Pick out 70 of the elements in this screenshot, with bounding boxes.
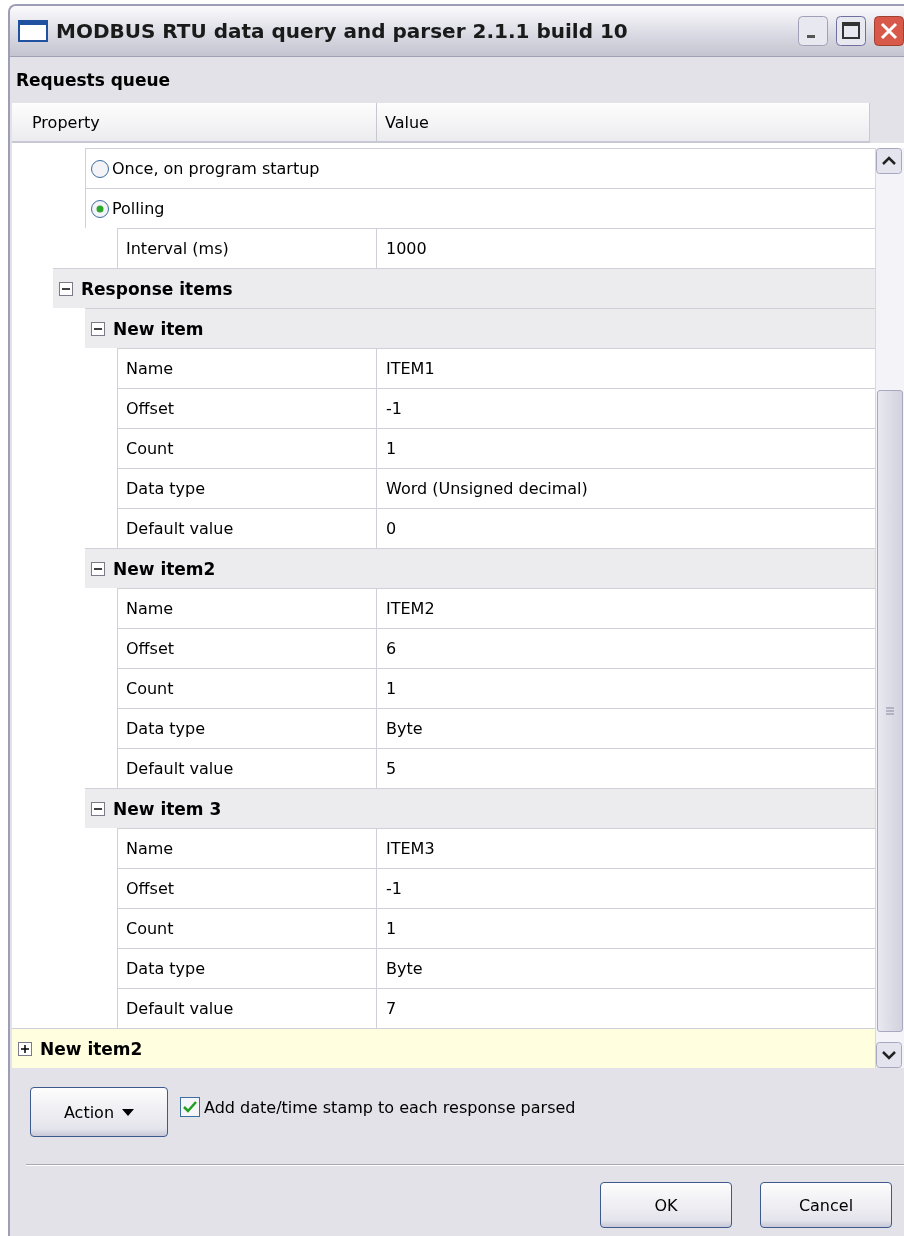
property-value[interactable]: 6 <box>386 639 397 658</box>
radio-icon[interactable] <box>90 198 110 219</box>
ok-button[interactable]: OK <box>600 1182 732 1228</box>
property-value[interactable]: ITEM2 <box>386 599 435 618</box>
property-name: Default value <box>126 999 234 1018</box>
checkbox[interactable] <box>180 1097 200 1117</box>
scroll-down-button[interactable] <box>876 1042 902 1068</box>
property-value[interactable]: -1 <box>386 399 402 418</box>
maximize-icon[interactable] <box>836 16 866 46</box>
category-label: New item2 <box>113 558 216 579</box>
minimize-icon[interactable] <box>798 16 828 46</box>
property-name: Default value <box>126 519 234 538</box>
property-value[interactable]: ITEM1 <box>386 359 435 378</box>
checkbox-label[interactable]: Add date/time stamp to each response parsed <box>204 1097 576 1117</box>
caret-icon <box>122 1108 135 1116</box>
plus-box-icon[interactable] <box>18 1041 32 1056</box>
property-value[interactable]: Byte <box>386 959 423 978</box>
property-value[interactable]: -1 <box>386 879 402 898</box>
property-value[interactable]: 1000 <box>386 239 427 258</box>
category-row[interactable]: New item 3 <box>85 788 875 828</box>
column-header[interactable]: Property <box>12 103 377 141</box>
category-row[interactable]: Response items <box>53 268 875 308</box>
category-label: New item2 <box>40 1038 143 1059</box>
property-name: Offset <box>126 879 175 898</box>
panel-title: Requests queue <box>16 70 171 90</box>
scroll-up-button[interactable] <box>876 148 902 174</box>
category-label: New item 3 <box>113 798 222 819</box>
property-name: Data type <box>126 479 206 498</box>
property-name: Count <box>126 919 174 938</box>
window-title: MODBUS RTU data query and parser 2.1.1 build 10 <box>56 19 629 43</box>
radio-icon[interactable] <box>90 158 110 179</box>
category-row[interactable]: New item <box>85 308 875 348</box>
minus-box-icon[interactable] <box>91 321 105 336</box>
property-name: Name <box>126 359 174 378</box>
radio-option[interactable]: Polling <box>86 198 165 219</box>
scrollbar[interactable] <box>875 148 904 1068</box>
property-value[interactable]: 0 <box>386 519 397 538</box>
minus-box-icon[interactable] <box>59 281 73 296</box>
property-value[interactable]: Byte <box>386 719 423 738</box>
property-value[interactable]: 1 <box>386 439 397 458</box>
grip-icon <box>885 706 895 716</box>
property-name: Data type <box>126 719 206 738</box>
property-value[interactable]: 7 <box>386 999 397 1018</box>
property-value[interactable]: 5 <box>386 759 397 778</box>
close-icon[interactable] <box>874 16 904 46</box>
property-value[interactable]: 1 <box>386 919 397 938</box>
property-name: Offset <box>126 639 175 658</box>
property-name: Interval (ms) <box>126 239 229 258</box>
property-name: Name <box>126 599 174 618</box>
property-name: Offset <box>126 399 175 418</box>
minus-box-icon[interactable] <box>91 801 105 816</box>
property-value[interactable]: ITEM3 <box>386 839 435 858</box>
category-row[interactable]: New item2 <box>85 548 875 588</box>
property-name: Count <box>126 439 174 458</box>
category-label: New item <box>113 318 204 339</box>
property-value[interactable]: Word (Unsigned decimal) <box>386 479 588 498</box>
property-name: Default value <box>126 759 234 778</box>
category-label: Response items <box>81 278 233 299</box>
minus-box-icon[interactable] <box>91 561 105 576</box>
window-icon <box>18 20 48 42</box>
cancel-button[interactable]: Cancel <box>760 1182 892 1228</box>
category-row[interactable]: New item2 <box>12 1028 875 1068</box>
action-button[interactable]: Action <box>30 1087 168 1137</box>
property-name: Count <box>126 679 174 698</box>
property-value[interactable]: 1 <box>386 679 397 698</box>
property-name: Name <box>126 839 174 858</box>
scroll-thumb[interactable] <box>877 390 903 1032</box>
radio-option[interactable]: Once, on program startup <box>86 158 320 179</box>
column-header[interactable]: Value <box>377 103 870 141</box>
property-name: Data type <box>126 959 206 978</box>
